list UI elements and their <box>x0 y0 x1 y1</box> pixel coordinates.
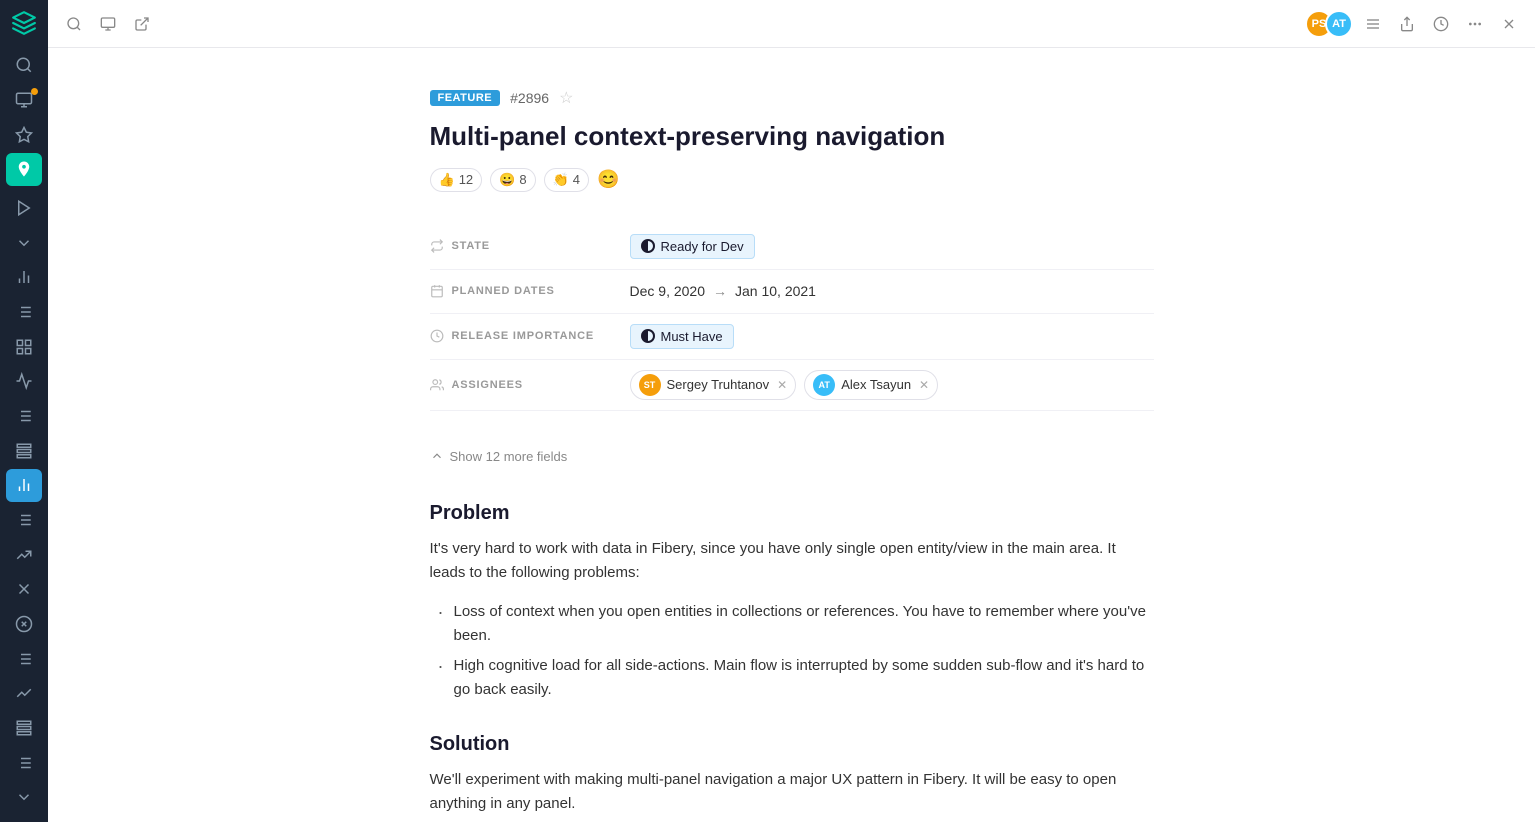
sidebar-list-1[interactable] <box>6 296 42 329</box>
sidebar <box>0 0 48 822</box>
solution-text: We'll experiment with making multi-panel… <box>430 768 1154 816</box>
assignee-chip-at[interactable]: AT Alex Tsayun ✕ <box>804 370 938 400</box>
topbar-right: PS AT <box>1305 10 1523 38</box>
reaction-clap-count: 4 <box>573 172 580 187</box>
importance-half-circle-icon <box>641 329 655 343</box>
notification-dot <box>31 88 38 95</box>
sidebar-list-3[interactable] <box>6 434 42 467</box>
sidebar-grid[interactable] <box>6 330 42 363</box>
topbar-share-icon[interactable] <box>1393 10 1421 38</box>
topbar-more-icon[interactable] <box>1461 10 1489 38</box>
bullet-2: High cognitive load for all side-actions… <box>438 651 1154 705</box>
topbar-close-icon[interactable] <box>1495 10 1523 38</box>
sidebar-bar-chart[interactable] <box>6 261 42 294</box>
show-more-label: Show 12 more fields <box>450 449 568 464</box>
importance-badge[interactable]: Must Have <box>630 324 734 349</box>
topbar-left <box>60 10 1297 38</box>
remove-assignee-at-icon[interactable]: ✕ <box>919 378 929 392</box>
field-assignees-label: ASSIGNEES <box>430 378 630 392</box>
assignee-name-st: Sergey Truhtanov <box>667 377 770 392</box>
feature-id: #2896 <box>510 90 549 106</box>
sidebar-cross-1[interactable] <box>6 573 42 606</box>
page-title: Multi-panel context-preserving navigatio… <box>430 120 1154 154</box>
sidebar-dots[interactable] <box>6 642 42 675</box>
sidebar-list-2[interactable] <box>6 400 42 433</box>
solution-heading: Solution <box>430 733 1154 756</box>
sidebar-chart-line[interactable] <box>6 538 42 571</box>
sidebar-collapse[interactable] <box>6 226 42 259</box>
date-arrow-icon: → <box>713 283 727 299</box>
bullet-1: Loss of context when you open entities i… <box>438 597 1154 651</box>
reaction-clap-emoji: 👏 <box>553 172 569 188</box>
field-importance-row: RELEASE IMPORTANCE Must Have <box>430 314 1154 360</box>
sidebar-favorites[interactable] <box>6 118 42 151</box>
topbar-menu-icon[interactable] <box>1359 10 1387 38</box>
field-state-label: STATE <box>430 239 630 253</box>
field-state-value: Ready for Dev <box>630 234 1154 259</box>
avatar-at[interactable]: AT <box>1325 10 1353 38</box>
state-badge[interactable]: Ready for Dev <box>630 234 755 259</box>
sidebar-list-5[interactable] <box>6 712 42 745</box>
state-half-circle-icon <box>641 239 655 253</box>
feature-header: FEATURE #2896 ☆ <box>430 88 1154 108</box>
main-content: FEATURE #2896 ☆ Multi-panel context-pres… <box>48 48 1535 822</box>
field-dates-row: PLANNED DATES Dec 9, 2020 → Jan 10, 2021 <box>430 270 1154 314</box>
reaction-thumbsup-emoji: 👍 <box>439 172 455 188</box>
reaction-smile-emoji: 😀 <box>499 172 515 188</box>
state-label: Ready for Dev <box>661 239 744 254</box>
reaction-smile-count: 8 <box>519 172 526 187</box>
reaction-smile[interactable]: 😀 8 <box>490 168 535 192</box>
topbar-history-icon[interactable] <box>1427 10 1455 38</box>
sidebar-cross-2[interactable] <box>6 608 42 641</box>
reaction-thumbsup[interactable]: 👍 12 <box>430 168 483 192</box>
app-logo[interactable] <box>8 8 40 37</box>
assignees-list: ST Sergey Truhtanov ✕ AT Alex Tsayun ✕ <box>630 370 1154 400</box>
sidebar-play[interactable] <box>6 192 42 225</box>
sidebar-chart-line-2[interactable] <box>6 677 42 710</box>
sidebar-active-bar[interactable] <box>6 469 42 502</box>
fields-section: STATE Ready for Dev PLANNED DATES Dec 9,… <box>430 224 1154 411</box>
add-reaction-icon[interactable]: 😊 <box>597 169 619 190</box>
topbar-icon-2[interactable] <box>128 10 156 38</box>
field-dates-value[interactable]: Dec 9, 2020 → Jan 10, 2021 <box>630 283 1154 299</box>
field-assignees-row: ASSIGNEES ST Sergey Truhtanov ✕ AT Alex … <box>430 360 1154 411</box>
sidebar-list-4[interactable] <box>6 504 42 537</box>
field-state-row: STATE Ready for Dev <box>430 224 1154 270</box>
assignee-name-at: Alex Tsayun <box>841 377 911 392</box>
date-to: Jan 10, 2021 <box>735 283 816 299</box>
content-area: FEATURE #2896 ☆ Multi-panel context-pres… <box>382 48 1202 822</box>
reaction-clap[interactable]: 👏 4 <box>544 168 589 192</box>
topbar: PS AT <box>48 0 1535 48</box>
sidebar-search[interactable] <box>6 49 42 82</box>
reactions-bar: 👍 12 😀 8 👏 4 😊 <box>430 168 1154 192</box>
assignee-chip-st[interactable]: ST Sergey Truhtanov ✕ <box>630 370 797 400</box>
star-icon[interactable]: ☆ <box>559 88 573 108</box>
sidebar-notifications[interactable] <box>6 84 42 117</box>
problem-text: It's very hard to work with data in Fibe… <box>430 537 1154 585</box>
sidebar-app[interactable] <box>6 153 42 186</box>
field-dates-label: PLANNED DATES <box>430 284 630 298</box>
show-more-fields[interactable]: Show 12 more fields <box>430 439 1154 474</box>
assignee-avatar-at: AT <box>813 374 835 396</box>
importance-label: Must Have <box>661 329 723 344</box>
feature-badge: FEATURE <box>430 90 501 106</box>
problem-bullets: Loss of context when you open entities i… <box>438 597 1154 705</box>
sidebar-chevron-bottom[interactable] <box>6 781 42 814</box>
field-importance-value: Must Have <box>630 324 1154 349</box>
problem-heading: Problem <box>430 502 1154 525</box>
sidebar-analytics-2[interactable] <box>6 365 42 398</box>
assignee-avatar-st: ST <box>639 374 661 396</box>
field-assignees-value: ST Sergey Truhtanov ✕ AT Alex Tsayun ✕ <box>630 370 1154 400</box>
topbar-icon-1[interactable] <box>94 10 122 38</box>
topbar-search-icon[interactable] <box>60 10 88 38</box>
field-importance-label: RELEASE IMPORTANCE <box>430 329 630 343</box>
sidebar-list-6[interactable] <box>6 746 42 779</box>
avatar-group: PS AT <box>1305 10 1353 38</box>
reaction-thumbsup-count: 12 <box>459 172 473 187</box>
remove-assignee-st-icon[interactable]: ✕ <box>777 378 787 392</box>
date-from: Dec 9, 2020 <box>630 283 706 299</box>
